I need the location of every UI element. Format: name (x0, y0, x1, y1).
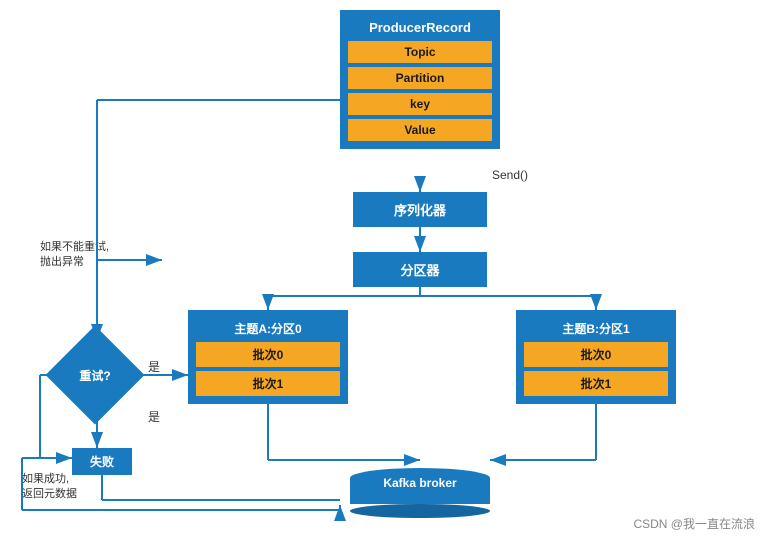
diagram-container: ProducerRecord Topic Partition key Value… (0, 0, 771, 544)
field-topic: Topic (348, 41, 492, 63)
no-retry-line-2: 抛出异常 (40, 256, 84, 268)
topic-a-box: 主题A:分区0 批次0 批次1 (188, 310, 348, 404)
field-key: key (348, 93, 492, 115)
success-line-1: 如果成功, (22, 473, 69, 485)
cylinder-bottom (350, 504, 490, 518)
csdn-watermark: CSDN @我一直在流浪 (633, 515, 755, 532)
partitioner-box: 分区器 (353, 252, 487, 287)
topic-b-batch-1: 批次1 (524, 371, 668, 396)
serializer-label: 序列化器 (394, 203, 446, 218)
success-label: 如果成功, 返回元数据 (22, 472, 77, 503)
producer-record-title: ProducerRecord (348, 18, 492, 41)
retry-yes-label-1: 是 (148, 358, 160, 375)
serializer-box: 序列化器 (353, 192, 487, 227)
topic-b-box: 主题B:分区1 批次0 批次1 (516, 310, 676, 404)
topic-a-batch-1: 批次1 (196, 371, 340, 396)
topic-b-batch-0: 批次0 (524, 342, 668, 367)
no-retry-label: 如果不能重试, 抛出异常 (40, 240, 109, 271)
partitioner-label: 分区器 (400, 263, 439, 278)
topic-a-title: 主题A:分区0 (196, 318, 340, 342)
kafka-label: Kafka broker (350, 476, 490, 490)
retry-label: 重试? (48, 340, 142, 410)
topic-a-batch-0: 批次0 (196, 342, 340, 367)
field-partition: Partition (348, 67, 492, 89)
send-label: Send() (492, 168, 528, 182)
no-retry-line-1: 如果不能重试, (40, 241, 109, 253)
fail-label: 失败 (90, 455, 114, 469)
fail-box: 失败 (72, 448, 132, 475)
field-value: Value (348, 119, 492, 141)
topic-b-title: 主题B:分区1 (524, 318, 668, 342)
retry-yes-label-2: 是 (148, 408, 160, 425)
producer-record-box: ProducerRecord Topic Partition key Value (340, 10, 500, 149)
success-line-2: 返回元数据 (22, 488, 77, 500)
